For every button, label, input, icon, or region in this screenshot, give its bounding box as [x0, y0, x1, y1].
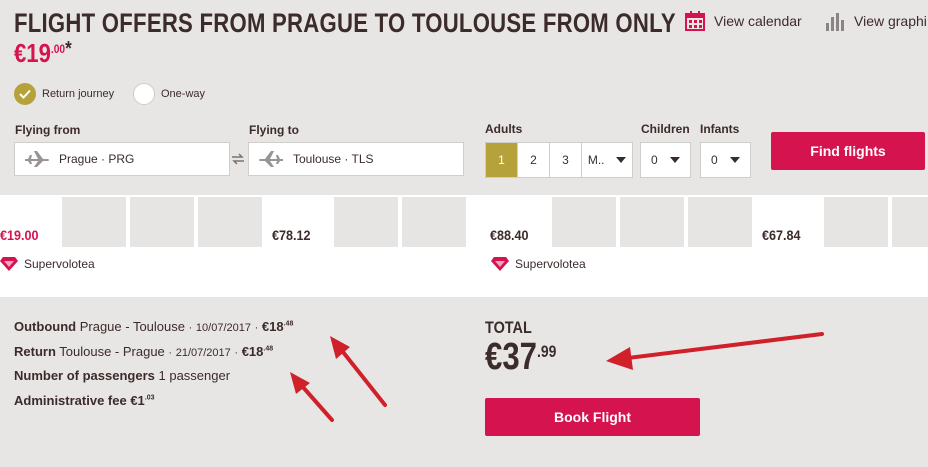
passengers-summary: Number of passengers 1 passenger — [14, 368, 230, 383]
fare-day-cell — [130, 197, 194, 247]
supervolotea-badge: Supervolotea — [0, 257, 95, 271]
book-flight-button[interactable]: Book Flight — [485, 398, 700, 436]
adults-option[interactable]: 2 — [518, 143, 550, 177]
children-label: Children — [641, 122, 690, 136]
fare-day-cell — [620, 197, 684, 247]
fare-day-cell[interactable]: €78.12 — [264, 197, 328, 247]
fare-price: €67.84 — [762, 227, 801, 243]
fare-day-cell — [892, 197, 928, 247]
supervolotea-label: Supervolotea — [515, 257, 586, 271]
view-calendar-link[interactable]: View calendar — [684, 10, 802, 32]
fare-day-cell[interactable]: €67.84 — [754, 197, 818, 247]
total-price-cents: .99 — [536, 342, 557, 361]
supervolotea-badge: Supervolotea — [491, 257, 586, 271]
return-journey-label: Return journey — [42, 88, 115, 100]
plane-icon — [259, 151, 283, 167]
flying-to-value: Toulouse · TLS — [293, 152, 374, 166]
from-price: €19.00* — [14, 38, 72, 69]
page-title: FLIGHT OFFERS FROM PRAGUE TO TOULOUSE FR… — [14, 8, 676, 38]
chevron-down-icon — [730, 157, 740, 163]
outbound-route: Prague - Toulouse — [79, 319, 185, 334]
plane-icon — [25, 151, 49, 167]
radio-checked-icon — [14, 83, 36, 105]
flying-from-field[interactable]: Prague · PRG — [14, 142, 230, 176]
outbound-key: Outbound — [14, 319, 77, 334]
adults-more-dropdown[interactable]: M.. — [582, 143, 632, 177]
find-flights-button[interactable]: Find flights — [771, 132, 925, 170]
diamond-icon — [0, 257, 18, 271]
flying-to-label: Flying to — [249, 123, 299, 137]
fee-key: Administrative fee — [14, 393, 127, 408]
one-way-label: One-way — [161, 88, 206, 100]
adults-option[interactable]: 3 — [550, 143, 582, 177]
radio-unchecked-icon — [133, 83, 155, 105]
supervolotea-label: Supervolotea — [24, 257, 95, 271]
return-route: Toulouse - Prague — [59, 344, 165, 359]
outbound-price: €18.48 — [261, 319, 294, 334]
adults-more-label: M.. — [587, 153, 605, 167]
fare-day-cell — [688, 197, 752, 247]
bar-chart-icon — [824, 10, 846, 32]
fare-day-cell — [198, 197, 262, 247]
outbound-summary: Outbound Prague - Toulouse · 10/07/2017 … — [14, 319, 294, 334]
swap-icon[interactable] — [231, 152, 245, 166]
calendar-icon — [684, 10, 706, 32]
total-label: TOTAL — [485, 318, 532, 337]
total-price: €37.99 — [485, 336, 556, 379]
outbound-date: 10/07/2017 — [195, 322, 251, 334]
fare-price: €88.40 — [490, 227, 529, 243]
view-graphic-link[interactable]: View graphi — [824, 10, 927, 32]
one-way-option[interactable]: One-way — [133, 83, 205, 105]
fare-day-cell — [824, 197, 888, 247]
passengers-key: Number of passengers — [14, 368, 155, 383]
flying-from-value: Prague · PRG — [59, 152, 135, 166]
flying-to-field[interactable]: Toulouse · TLS — [248, 142, 464, 176]
fare-price: €19.00 — [0, 227, 39, 243]
infants-value: 0 — [711, 153, 718, 167]
return-summary: Return Toulouse - Prague · 21/07/2017 · … — [14, 344, 274, 359]
fee-summary: Administrative fee €1.03 — [14, 393, 155, 408]
from-price-main: €19 — [14, 38, 51, 68]
fare-day-cell[interactable]: €88.40 — [482, 197, 546, 247]
chevron-down-icon — [670, 157, 680, 163]
view-graphic-label: View graphi — [854, 13, 927, 29]
infants-dropdown[interactable]: 0 — [700, 142, 751, 178]
total-price-main: €37 — [485, 336, 537, 378]
return-journey-option[interactable]: Return journey — [14, 83, 114, 105]
flying-from-label: Flying from — [15, 123, 81, 137]
adults-selector[interactable]: 1 2 3 M.. — [485, 142, 633, 178]
adults-option[interactable]: 1 — [486, 143, 518, 177]
return-key: Return — [14, 344, 56, 359]
fare-day-cell — [334, 197, 398, 247]
fare-price: €78.12 — [272, 227, 311, 243]
passengers-value: 1 passenger — [158, 368, 231, 383]
diamond-icon — [491, 257, 509, 271]
view-calendar-label: View calendar — [714, 13, 802, 29]
fee-price: €1.03 — [130, 393, 155, 408]
fare-day-cell — [552, 197, 616, 247]
adults-label: Adults — [485, 122, 523, 136]
infants-label: Infants — [700, 122, 740, 136]
return-date: 21/07/2017 — [175, 347, 231, 359]
fare-day-cell — [62, 197, 126, 247]
fare-day-cell — [402, 197, 466, 247]
fare-day-cell[interactable]: €19.00 — [0, 197, 58, 247]
chevron-down-icon — [616, 157, 627, 163]
from-price-asterisk: * — [65, 38, 72, 60]
from-price-cents: .00 — [50, 42, 66, 56]
children-value: 0 — [651, 153, 658, 167]
children-dropdown[interactable]: 0 — [640, 142, 691, 178]
return-price: €18.48 — [241, 344, 274, 359]
